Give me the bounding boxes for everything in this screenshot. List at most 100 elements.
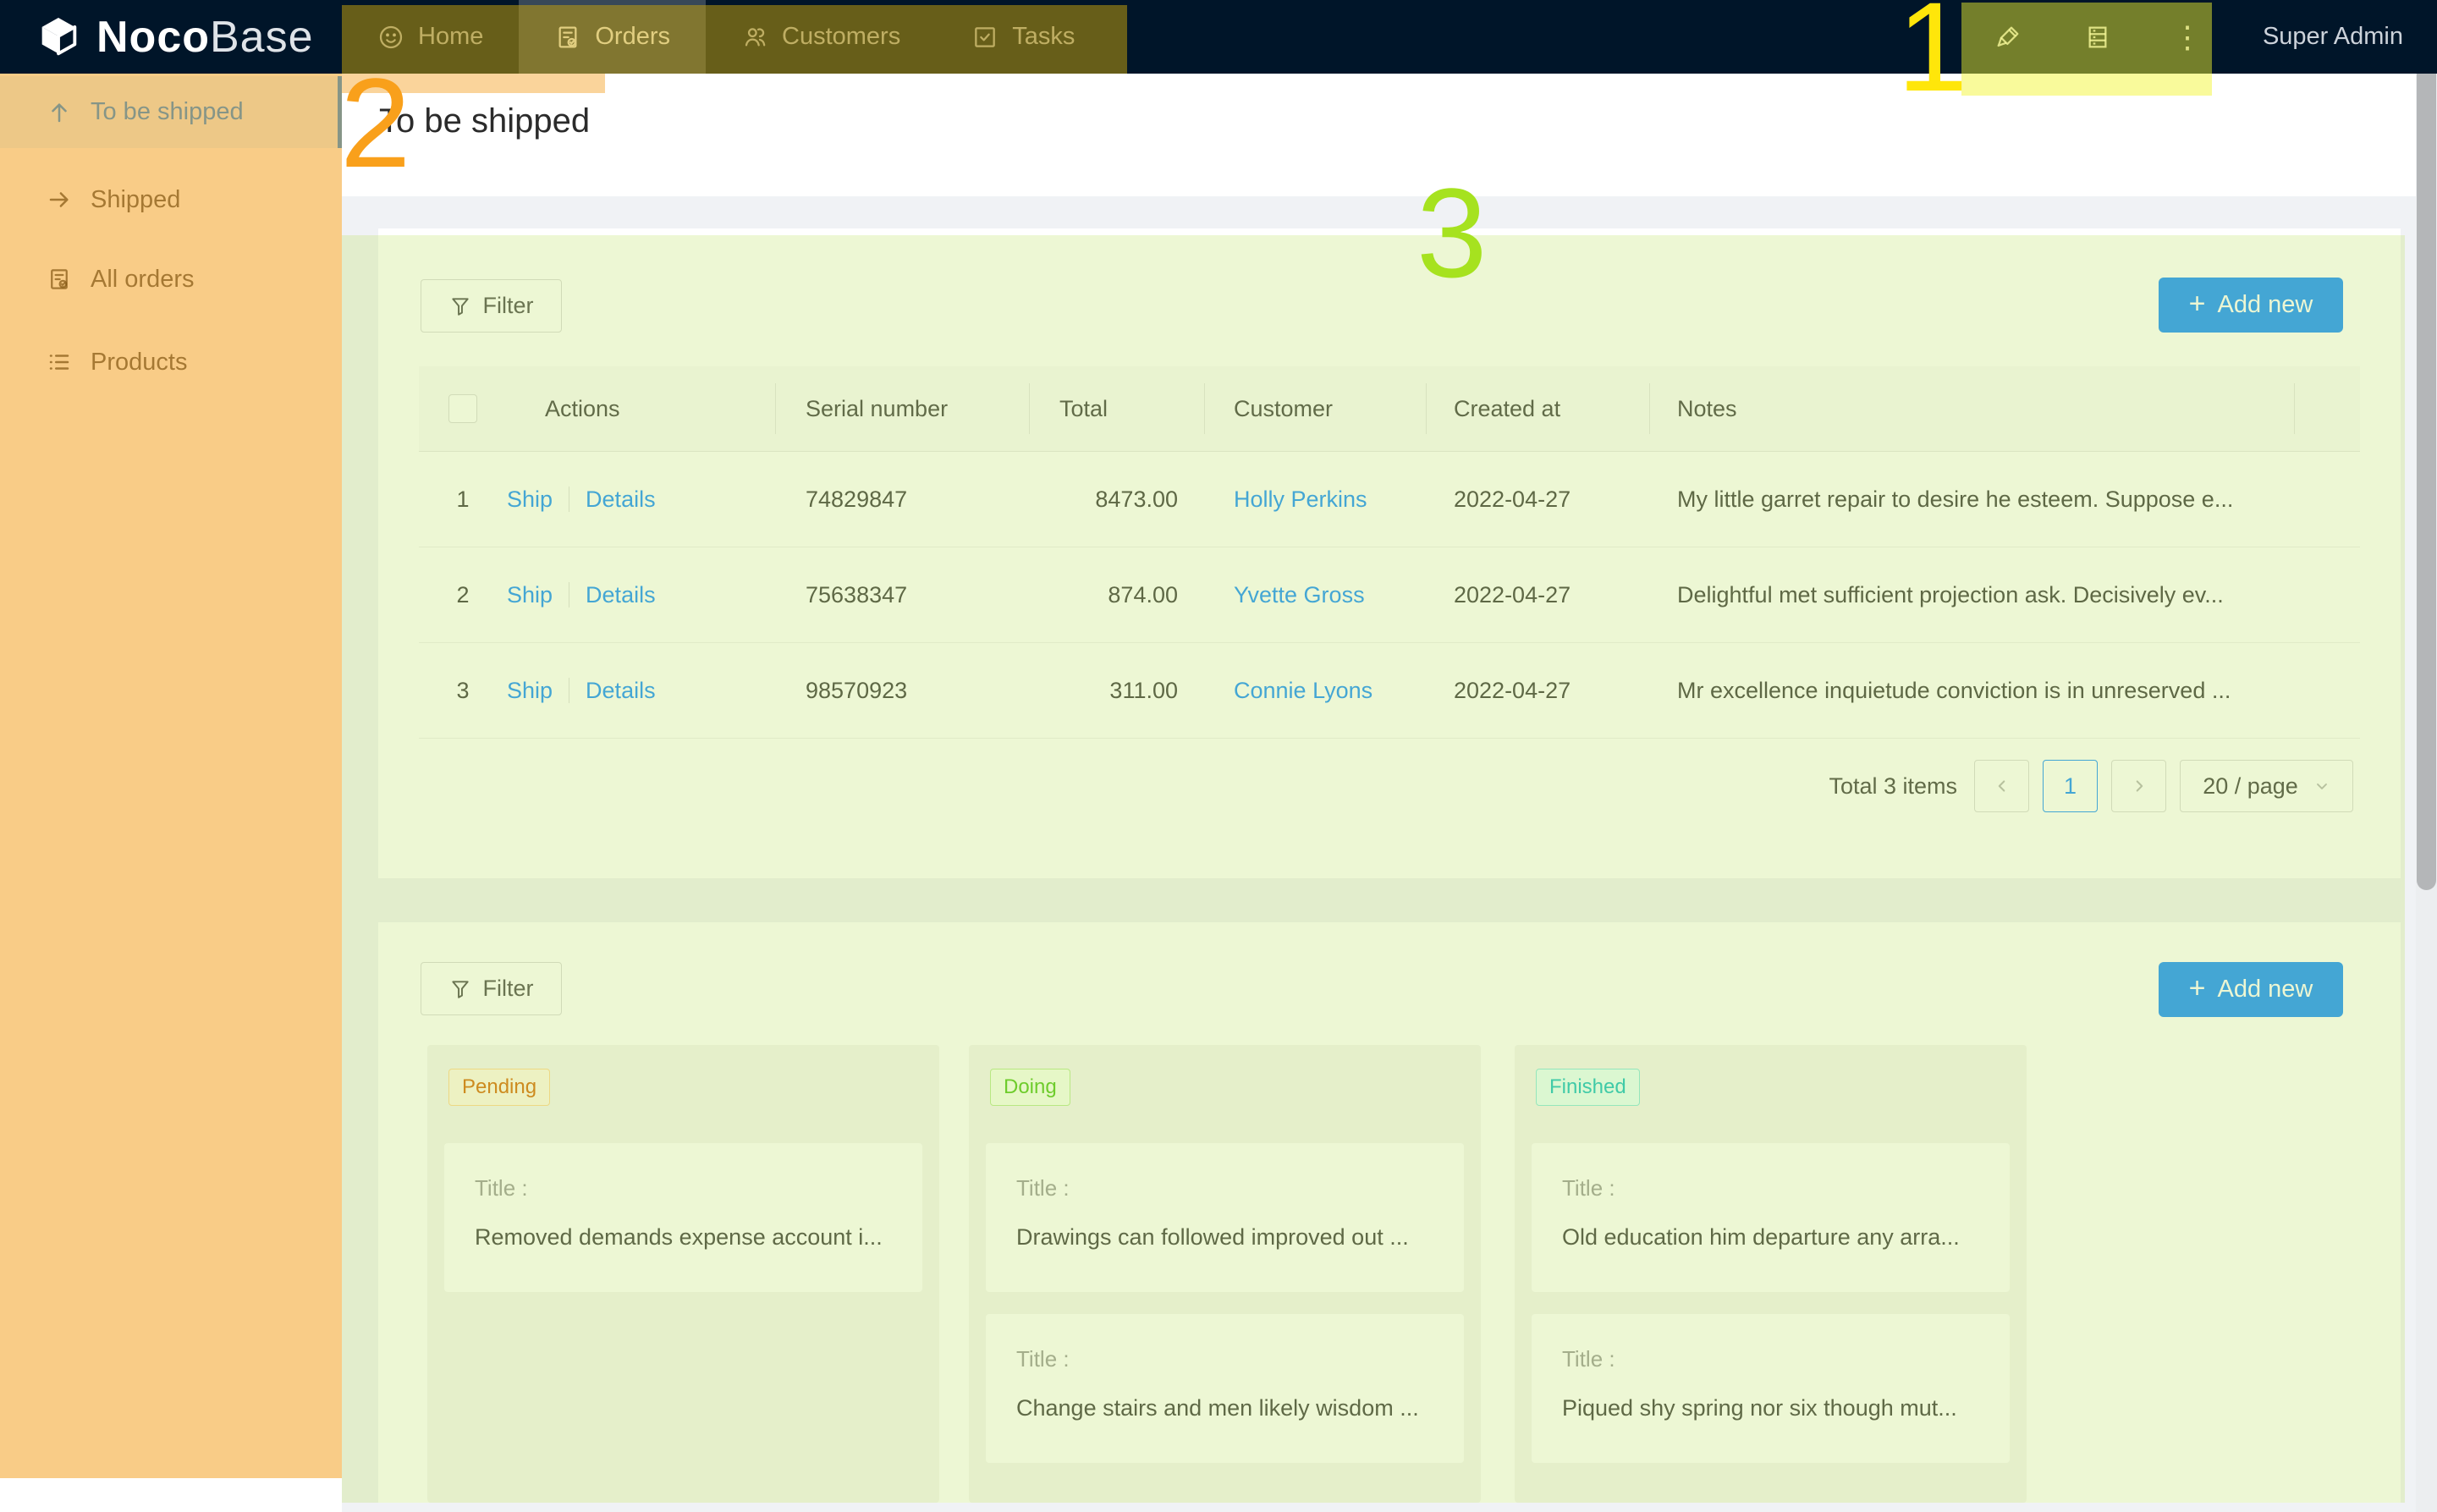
kanban-card[interactable]: Title : Change stairs and men likely wis… bbox=[986, 1314, 1464, 1463]
pagination: Total 3 items 1 20 / page bbox=[1829, 760, 2353, 812]
kanban-card[interactable]: Title : Drawings can followed improved o… bbox=[986, 1143, 1464, 1292]
add-new-button[interactable]: + Add new bbox=[2159, 962, 2343, 1017]
column-header-serial: Serial number bbox=[776, 383, 1030, 434]
ship-link[interactable]: Ship bbox=[507, 678, 553, 704]
customer-link[interactable]: Connie Lyons bbox=[1234, 678, 1373, 703]
nav-item-orders[interactable]: Orders bbox=[519, 0, 706, 74]
column-header-customer: Customer bbox=[1205, 383, 1427, 434]
card-field-label: Title : bbox=[475, 1175, 528, 1201]
nocobase-logo[interactable]: NocoBase bbox=[0, 12, 342, 63]
nav-item-label: Tasks bbox=[1012, 23, 1075, 51]
ship-link[interactable]: Ship bbox=[507, 487, 553, 513]
sidebar-item-label: Products bbox=[91, 349, 187, 377]
sidebar-item-shipped[interactable]: Shipped bbox=[0, 168, 342, 231]
select-all-checkbox[interactable] bbox=[448, 394, 477, 423]
sidebar-item-all-orders[interactable]: All orders bbox=[0, 248, 342, 311]
pagination-total: Total 3 items bbox=[1829, 773, 1957, 800]
kanban-card[interactable]: Title : Removed demands expense account … bbox=[444, 1143, 922, 1292]
nav-item-label: Customers bbox=[782, 23, 900, 51]
nav-item-tasks[interactable]: Tasks bbox=[936, 0, 1110, 74]
kanban-block: Filter + Add new Pending Title : Removed… bbox=[378, 922, 2401, 1503]
kanban-column-pending: Pending Title : Removed demands expense … bbox=[427, 1045, 939, 1503]
user-menu[interactable]: Super Admin bbox=[2263, 23, 2403, 51]
chevron-left-icon bbox=[1993, 777, 2011, 795]
card-field-label: Title : bbox=[1016, 1346, 1070, 1372]
customer-link[interactable]: Yvette Gross bbox=[1234, 582, 1365, 608]
total-cell: 311.00 bbox=[1030, 678, 1205, 704]
nav-item-home[interactable]: Home bbox=[342, 0, 519, 74]
notes-cell: Mr excellence inquietude conviction is i… bbox=[1650, 678, 2295, 704]
top-nav: NocoBase Home Orders Customers Tasks bbox=[0, 0, 2437, 74]
prev-page-button[interactable] bbox=[1974, 760, 2029, 812]
ui-editor-pen-icon[interactable] bbox=[1994, 20, 2022, 54]
customer-link[interactable]: Holly Perkins bbox=[1234, 487, 1367, 512]
page-title: To be shipped bbox=[379, 102, 590, 140]
page-size-select[interactable]: 20 / page bbox=[2180, 760, 2353, 812]
row-index: 2 bbox=[419, 582, 507, 608]
details-link[interactable]: Details bbox=[586, 582, 656, 608]
total-cell: 874.00 bbox=[1030, 582, 1205, 608]
orders-table: Actions Serial number Total Customer Cre… bbox=[419, 366, 2360, 739]
card-title-value: Change stairs and men likely wisdom ... bbox=[1016, 1395, 1447, 1421]
status-badge: Pending bbox=[448, 1069, 550, 1106]
details-link[interactable]: Details bbox=[586, 678, 656, 704]
card-field-label: Title : bbox=[1016, 1175, 1070, 1201]
funnel-icon bbox=[449, 978, 471, 1000]
people-icon bbox=[741, 24, 768, 51]
kanban-card[interactable]: Title : Old education him departure any … bbox=[1532, 1143, 2010, 1292]
status-badge: Doing bbox=[990, 1069, 1070, 1106]
status-badge: Finished bbox=[1536, 1069, 1640, 1106]
main-content: To be shipped Filter + Add new Actions S… bbox=[342, 74, 2437, 1512]
page-header: To be shipped bbox=[342, 74, 2437, 196]
add-new-button[interactable]: + Add new bbox=[2159, 278, 2343, 333]
list-icon bbox=[47, 349, 72, 375]
serial-cell: 74829847 bbox=[776, 487, 1030, 513]
next-page-button[interactable] bbox=[2111, 760, 2166, 812]
kanban-card[interactable]: Title : Piqued shy spring nor six though… bbox=[1532, 1314, 2010, 1463]
sidebar: To be shipped Shipped All orders Product… bbox=[0, 74, 342, 1478]
table-header-row: Actions Serial number Total Customer Cre… bbox=[419, 366, 2360, 452]
ship-link[interactable]: Ship bbox=[507, 582, 553, 608]
nav-item-label: Orders bbox=[595, 23, 670, 51]
smiley-icon bbox=[377, 24, 404, 51]
sidebar-item-label: Shipped bbox=[91, 186, 180, 214]
arrow-up-icon bbox=[47, 100, 72, 125]
card-field-label: Title : bbox=[1562, 1175, 1615, 1201]
details-link[interactable]: Details bbox=[586, 487, 656, 513]
card-title-value: Drawings can followed improved out ... bbox=[1016, 1224, 1447, 1251]
sidebar-item-to-be-shipped[interactable]: To be shipped bbox=[0, 76, 342, 148]
total-cell: 8473.00 bbox=[1030, 487, 1205, 513]
card-field-label: Title : bbox=[1562, 1346, 1615, 1372]
nav-item-customers[interactable]: Customers bbox=[706, 0, 936, 74]
created-at-cell: 2022-04-27 bbox=[1427, 487, 1650, 513]
row-index: 3 bbox=[419, 678, 507, 704]
chevron-down-icon bbox=[2313, 778, 2330, 794]
sidebar-item-label: To be shipped bbox=[91, 98, 244, 126]
created-at-cell: 2022-04-27 bbox=[1427, 678, 1650, 704]
kanban-column-finished: Finished Title : Old education him depar… bbox=[1515, 1045, 2027, 1503]
filter-button[interactable]: Filter bbox=[421, 279, 562, 333]
arrow-right-icon bbox=[47, 187, 72, 212]
check-square-icon bbox=[971, 24, 998, 51]
vertical-scrollbar-thumb[interactable] bbox=[2417, 7, 2436, 890]
column-header-created-at: Created at bbox=[1427, 383, 1650, 434]
sidebar-item-label: All orders bbox=[91, 266, 195, 294]
notes-cell: Delightful met sufficient projection ask… bbox=[1650, 582, 2295, 608]
logo-base: Base bbox=[210, 13, 314, 62]
table-row: 1 Ship Details 74829847 8473.00 Holly Pe… bbox=[419, 452, 2360, 547]
sidebar-item-products[interactable]: Products bbox=[0, 331, 342, 393]
collections-manager-icon[interactable] bbox=[2083, 20, 2112, 54]
main-nav-tabs: Home Orders Customers Tasks bbox=[342, 0, 1110, 74]
chevron-right-icon bbox=[2130, 777, 2148, 795]
logo-noco: Noco bbox=[96, 13, 210, 62]
card-title-value: Removed demands expense account i... bbox=[475, 1224, 905, 1251]
filter-button[interactable]: Filter bbox=[421, 962, 562, 1015]
more-menu-icon[interactable]: ⋮ bbox=[2173, 20, 2202, 54]
order-file-icon bbox=[47, 267, 72, 292]
row-index: 1 bbox=[419, 487, 507, 513]
nav-actions: ⋮ Super Admin bbox=[1994, 20, 2437, 54]
notes-cell: My little garret repair to desire he est… bbox=[1650, 487, 2295, 513]
plus-icon: + bbox=[2189, 974, 2206, 1003]
serial-cell: 98570923 bbox=[776, 678, 1030, 704]
page-number-button[interactable]: 1 bbox=[2043, 760, 2098, 812]
